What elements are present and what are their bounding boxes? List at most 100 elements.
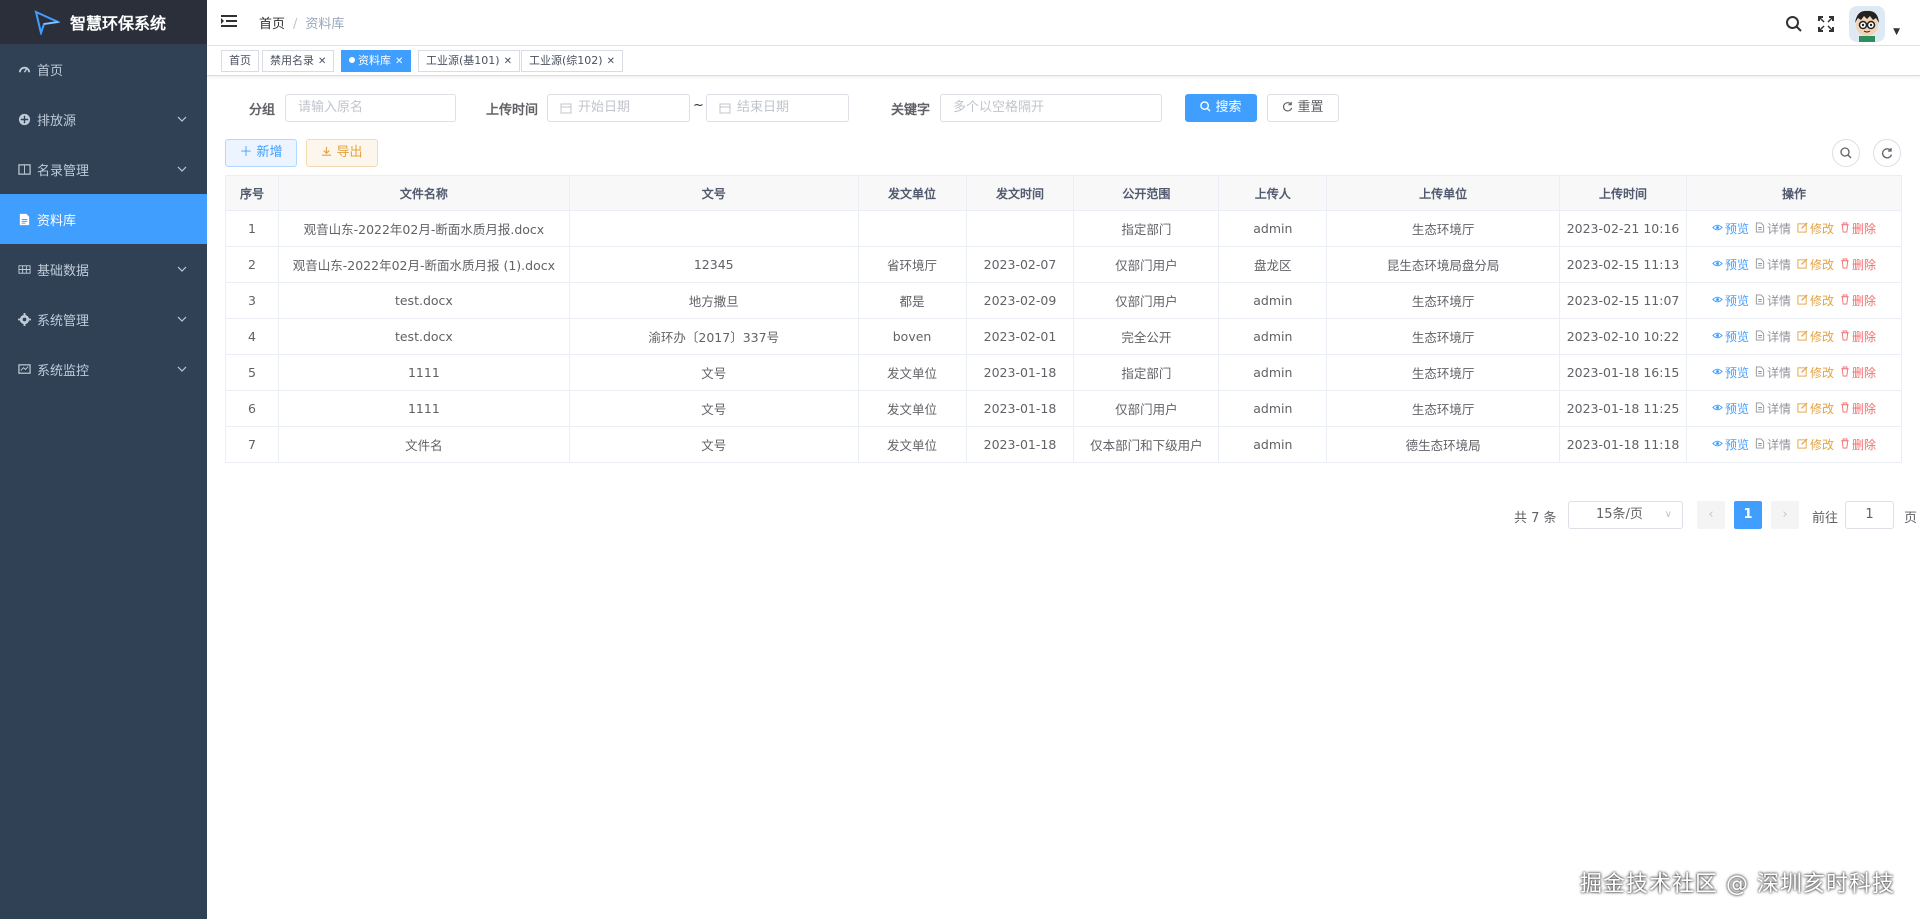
detail-button[interactable]: 详情 [1755, 436, 1791, 453]
close-icon[interactable]: ✕ [504, 56, 512, 67]
search-icon [1200, 101, 1212, 112]
reset-button[interactable]: 重置 [1267, 94, 1339, 122]
close-icon[interactable]: ✕ [395, 56, 403, 67]
delete-button[interactable]: 删除 [1840, 220, 1876, 237]
search-button[interactable]: 搜索 [1185, 94, 1257, 122]
delete-button[interactable]: 删除 [1840, 364, 1876, 381]
breadcrumb-home[interactable]: 首页 [259, 17, 285, 32]
edit-label: 修改 [1810, 258, 1835, 272]
table-cell: 6 [225, 390, 279, 427]
preview-label: 预览 [1724, 294, 1749, 308]
sidebar-item-0[interactable]: 首页 [0, 44, 207, 94]
export-button[interactable]: 导出 [306, 139, 378, 167]
preview-button[interactable]: 预览 [1712, 328, 1749, 345]
avatar[interactable] [1849, 6, 1886, 42]
tab-4[interactable]: 工业源(综102) ✕ [521, 50, 623, 72]
detail-button[interactable]: 详情 [1755, 292, 1791, 309]
table-cell: 文件名 [277, 426, 570, 463]
edit-button[interactable]: 修改 [1797, 364, 1834, 381]
eye-icon [1712, 294, 1725, 308]
sidebar-item-2[interactable]: 名录管理 [0, 144, 207, 194]
app-logo[interactable]: 智慧环保系统 [0, 0, 207, 44]
tab-label: 资料库 [358, 54, 391, 67]
preview-button[interactable]: 预览 [1712, 436, 1749, 453]
table-cell: 2023-02-15 11:13 [1559, 246, 1688, 283]
edit-button[interactable]: 修改 [1797, 292, 1834, 309]
preview-button[interactable]: 预览 [1712, 292, 1749, 309]
detail-button[interactable]: 详情 [1755, 256, 1791, 273]
add-button[interactable]: ＋新增 [225, 139, 297, 167]
delete-button[interactable]: 删除 [1840, 436, 1876, 453]
keyword-input[interactable]: 多个以空格隔开 [940, 94, 1162, 122]
close-icon[interactable]: ✕ [318, 56, 326, 67]
table-cell: 2023-01-18 11:18 [1559, 426, 1688, 463]
detail-button[interactable]: 详情 [1755, 220, 1791, 237]
tab-0[interactable]: 首页 [221, 50, 259, 72]
pagination: 共 7 条 15条/页 ∨ ‹ 1 › 前往 1 页 [207, 501, 1920, 529]
page-size-select[interactable]: 15条/页 ∨ [1568, 501, 1683, 529]
sidebar-item-4[interactable]: 基础数据 [0, 244, 207, 294]
toggle-search-button[interactable] [1832, 139, 1860, 167]
tab-1[interactable]: 禁用名录 ✕ [262, 50, 335, 72]
preview-button[interactable]: 预览 [1712, 220, 1749, 237]
close-icon[interactable]: ✕ [607, 56, 615, 67]
prev-page-button[interactable]: ‹ [1697, 501, 1725, 529]
detail-label: 详情 [1766, 330, 1791, 344]
group-input[interactable]: 请输入原名 [285, 94, 456, 122]
page-number[interactable]: 1 [1734, 501, 1762, 529]
group-label: 分组 [249, 103, 276, 118]
preview-button[interactable]: 预览 [1712, 256, 1749, 273]
eye-icon [1712, 330, 1725, 344]
tab-2[interactable]: 资料库 ✕ [341, 50, 412, 72]
table-cell: admin [1218, 282, 1328, 319]
delete-button[interactable]: 删除 [1840, 292, 1876, 309]
document-icon [1755, 437, 1767, 452]
preview-button[interactable]: 预览 [1712, 400, 1749, 417]
start-date-placeholder: 开始日期 [578, 100, 631, 115]
hamburger-icon[interactable] [221, 13, 237, 33]
next-page-button[interactable]: › [1771, 501, 1799, 529]
table-cell: 2023-01-18 [965, 354, 1075, 391]
document-table: 序号 文件名称 文号 发文单位 发文时间 公开范围 上传人 上传单位 上传时间 操作 1 观音山东-… [225, 175, 1902, 463]
table-cell: test.docx [277, 318, 570, 355]
row-actions: 预览 详情 修改 删除 [1686, 318, 1902, 355]
sidebar-item-3[interactable]: 资料库 [0, 194, 207, 244]
chevron-down-icon: ∨ [1664, 509, 1672, 520]
chevron-down-icon[interactable]: ▼ [1893, 27, 1900, 37]
edit-button[interactable]: 修改 [1797, 256, 1834, 273]
sidebar-item-5[interactable]: 系统管理 [0, 294, 207, 344]
table-cell: 发文单位 [857, 354, 967, 391]
column-header: 公开范围 [1073, 175, 1220, 211]
delete-button[interactable]: 删除 [1840, 400, 1876, 417]
sidebar-item-1[interactable]: 排放源 [0, 94, 207, 144]
eye-icon [1712, 258, 1725, 272]
refresh-table-button[interactable] [1873, 139, 1901, 167]
column-header: 上传人 [1218, 175, 1328, 211]
grid-icon [18, 263, 31, 276]
detail-button[interactable]: 详情 [1755, 364, 1791, 381]
search-icon[interactable] [1785, 15, 1803, 33]
preview-label: 预览 [1724, 438, 1749, 452]
preview-button[interactable]: 预览 [1712, 364, 1749, 381]
edit-button[interactable]: 修改 [1797, 400, 1834, 417]
edit-button[interactable]: 修改 [1797, 220, 1834, 237]
reset-button-label: 重置 [1297, 100, 1324, 115]
edit-button[interactable]: 修改 [1797, 328, 1834, 345]
table-cell: admin [1218, 210, 1328, 247]
delete-label: 删除 [1852, 294, 1877, 308]
goto-page-input[interactable]: 1 [1845, 501, 1894, 529]
delete-button[interactable]: 删除 [1840, 256, 1876, 273]
chevron-down-icon [177, 363, 187, 378]
end-date-input[interactable]: 结束日期 [706, 94, 849, 122]
detail-button[interactable]: 详情 [1755, 400, 1791, 417]
fullscreen-icon[interactable] [1817, 15, 1835, 33]
sidebar-item-6[interactable]: 系统监控 [0, 344, 207, 394]
eye-icon [1712, 366, 1725, 380]
start-date-input[interactable]: 开始日期 [547, 94, 690, 122]
column-header: 文件名称 [277, 175, 570, 211]
delete-button[interactable]: 删除 [1840, 328, 1876, 345]
tab-3[interactable]: 工业源(基101) ✕ [418, 50, 520, 72]
table-cell: admin [1218, 318, 1328, 355]
edit-button[interactable]: 修改 [1797, 436, 1834, 453]
detail-button[interactable]: 详情 [1755, 328, 1791, 345]
